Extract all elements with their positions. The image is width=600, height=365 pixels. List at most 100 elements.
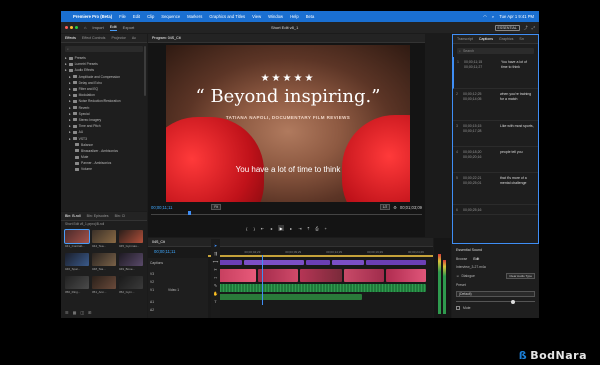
effects-search-input[interactable]: ⌕	[65, 46, 143, 52]
track-v2[interactable]: V2	[150, 280, 154, 284]
search-icon[interactable]: ⌕	[492, 14, 494, 19]
audio-clip[interactable]	[212, 294, 362, 300]
caption-text[interactable]	[500, 208, 534, 211]
chevron-right-icon[interactable]: ▸	[69, 81, 71, 85]
share-icon[interactable]: ⤴	[524, 25, 528, 31]
wifi-icon[interactable]: ◠	[483, 14, 487, 19]
hand-icon[interactable]: ✋	[213, 291, 218, 296]
chevron-right-icon[interactable]: ▸	[69, 124, 71, 128]
go-to-out-icon[interactable]: ⇥	[298, 226, 301, 231]
mark-out-icon[interactable]: }	[253, 226, 254, 231]
step-back-icon[interactable]: ◂	[270, 226, 272, 231]
caption-row[interactable]: 2 00;00;12;25 00;00;14;05 when you're train…	[453, 89, 538, 121]
tab-import[interactable]: Import	[92, 25, 103, 30]
zoom-button[interactable]	[75, 26, 78, 29]
menu-clip[interactable]: Clip	[147, 14, 154, 19]
clip-thumbnail[interactable]: 052_Gym...	[119, 276, 143, 296]
caption-text[interactable]: when you're training for a match	[500, 92, 534, 117]
effects-tree-item[interactable]: Volume	[65, 166, 143, 172]
chevron-right-icon[interactable]: ▸	[69, 87, 71, 91]
minimize-button[interactable]	[70, 26, 73, 29]
home-icon[interactable]: ⌂	[84, 25, 86, 30]
type-icon[interactable]: T	[214, 299, 216, 304]
caption-text[interactable]: that it's more of a mental challenge	[500, 176, 534, 201]
dialogue-type[interactable]: ☺ Dialogue	[456, 274, 475, 278]
mark-in-icon[interactable]: {	[246, 226, 247, 231]
ripple-edit-icon[interactable]: ⟷	[213, 259, 219, 264]
clip-thumbnail[interactable]: 041_Contrab...	[64, 229, 90, 250]
menu-window[interactable]: Window	[268, 14, 283, 19]
program-playhead[interactable]	[188, 211, 191, 215]
program-video-frame[interactable]: ★★★★★ “ Beyond inspiring.” TATIANA NAPOL…	[166, 45, 410, 202]
volume-knob[interactable]	[511, 299, 516, 304]
wrench-icon[interactable]: ⚙	[393, 205, 397, 210]
chevron-right-icon[interactable]: ▸	[69, 93, 71, 97]
clear-audio-type-button[interactable]: Clear Audio Type	[506, 273, 535, 279]
chevron-right-icon[interactable]: ▸	[69, 137, 71, 141]
app-menu[interactable]: Premiere Pro (Beta)	[73, 14, 112, 19]
new-item-icon[interactable]: ⊞	[88, 310, 91, 315]
step-forward-icon[interactable]: ▸	[290, 226, 292, 231]
razor-icon[interactable]: ✂	[214, 267, 217, 272]
track-captions[interactable]: Captions	[150, 261, 163, 265]
chevron-right-icon[interactable]: ▸	[65, 56, 67, 60]
track-a2[interactable]: A2	[150, 308, 154, 312]
track-select-icon[interactable]: ⇶	[214, 251, 217, 256]
fullscreen-icon[interactable]: ⤢	[532, 25, 535, 30]
track-v3[interactable]: V3	[150, 272, 154, 276]
play-button[interactable]: ▶	[278, 225, 285, 231]
menu-edit[interactable]: Edit	[133, 14, 140, 19]
work-area-bar[interactable]	[208, 255, 433, 257]
video-clip[interactable]	[344, 269, 384, 282]
tab-graphics[interactable]: Graphics	[499, 37, 513, 41]
pen-icon[interactable]: ✎	[214, 283, 217, 288]
caption-row[interactable]: 6 00;00;25;16	[453, 205, 538, 215]
caption-text[interactable]: people tell you	[500, 150, 534, 169]
tab-sn[interactable]: Sn	[519, 37, 523, 41]
tab-program[interactable]: Program: 04S_Cit	[152, 36, 181, 40]
tab-edit-sound[interactable]: Edit	[473, 257, 479, 261]
clip-thumbnail[interactable]: 045_Gymnas...	[119, 230, 143, 250]
close-button[interactable]	[65, 26, 68, 29]
track-v1[interactable]: V1	[150, 288, 154, 292]
tab-bin-broll[interactable]: Bin: B-roll	[65, 214, 81, 218]
tab-export[interactable]: Export	[123, 25, 135, 30]
clip-thumbnail[interactable]: 044_Tea...	[92, 230, 116, 250]
caption-clip[interactable]	[306, 260, 330, 265]
caption-text[interactable]: You have a lot of time to think	[501, 60, 534, 85]
caption-row[interactable]: 4 00;00;18;20 00;00;20;16 people tell you	[453, 147, 538, 173]
tab-timeline[interactable]: 04S_Cit	[152, 240, 165, 244]
clock[interactable]: Tue Apr 1 9:41 PM	[499, 14, 534, 19]
workspace-layout-button[interactable]: ESSENTIAL	[494, 24, 520, 31]
list-view-icon[interactable]: ☰	[65, 310, 69, 315]
menu-markers[interactable]: Markers	[187, 14, 202, 19]
clip-thumbnail[interactable]: 049_Boxe...	[119, 253, 143, 273]
program-timecode[interactable]: 00;00;11;11	[151, 205, 173, 210]
menu-graphics[interactable]: Graphics and Titles	[209, 14, 245, 19]
captions-search-input[interactable]: ⌕ Search	[457, 48, 534, 54]
caption-row[interactable]: 5 00;00;22;21 00;00;25;01 that it's more of…	[453, 173, 538, 205]
menu-sequence[interactable]: Sequence	[161, 14, 180, 19]
menu-beta[interactable]: Beta	[306, 14, 315, 19]
program-scrub-bar[interactable]	[151, 211, 422, 215]
timeline-playhead[interactable]	[262, 255, 263, 305]
slip-icon[interactable]: ⇿	[214, 275, 217, 280]
tab-projector[interactable]: Projector	[111, 36, 125, 40]
go-to-in-icon[interactable]: ⇤	[261, 226, 264, 231]
tab-bin-cl[interactable]: Bin: Cl	[115, 214, 126, 218]
effects-scrollbar[interactable]	[144, 46, 146, 96]
chevron-right-icon[interactable]: ▸	[69, 118, 71, 122]
lift-icon[interactable]: ⤒	[308, 226, 310, 231]
chevron-right-icon[interactable]: ▸	[69, 112, 71, 116]
quality-dropdown[interactable]: 1/2	[379, 204, 391, 210]
menu-file[interactable]: File	[119, 14, 126, 19]
video-clip[interactable]	[300, 269, 342, 282]
freeform-view-icon[interactable]: ◫	[80, 310, 84, 315]
timeline-timecode[interactable]: 00;00;11;11	[154, 249, 176, 254]
caption-text[interactable]: Like with most sports,	[500, 124, 534, 143]
menu-help[interactable]: Help	[290, 14, 299, 19]
tab-effects[interactable]: Effects	[65, 36, 76, 40]
tab-transcript[interactable]: Transcript	[457, 37, 473, 41]
selection-tool-icon[interactable]: ➤	[214, 243, 217, 248]
fit-dropdown[interactable]: Fit	[211, 204, 221, 210]
